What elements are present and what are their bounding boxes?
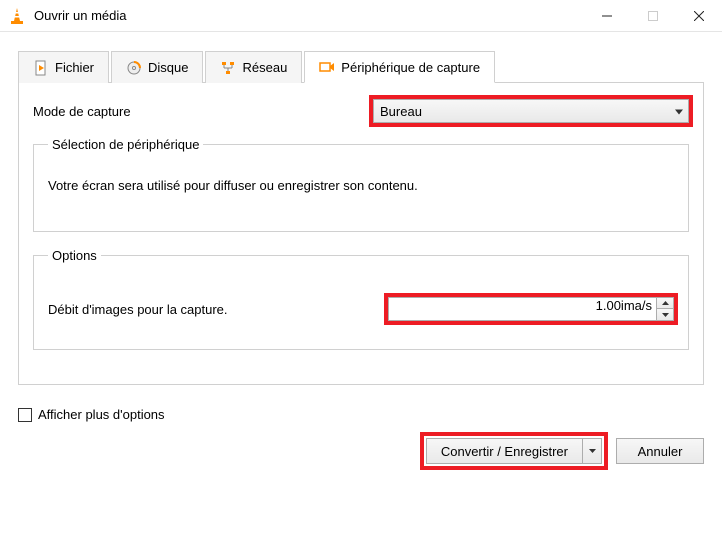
tab-network[interactable]: Réseau — [205, 51, 302, 83]
fps-row: Débit d'images pour la capture. 1.00ima/… — [48, 297, 674, 321]
dialog-footer: Afficher plus d'options Convertir / Enre… — [0, 397, 722, 466]
fps-step-up[interactable] — [657, 298, 673, 309]
capture-mode-select[interactable]: Bureau — [373, 99, 689, 123]
dialog-content: Fichier Disque Réseau Périphérique de ca… — [0, 32, 722, 397]
convert-save-button[interactable]: Convertir / Enregistrer — [426, 438, 582, 464]
tab-panel: Mode de capture Bureau Sélection de péri… — [18, 83, 704, 385]
tabs: Fichier Disque Réseau Périphérique de ca… — [18, 50, 704, 83]
vlc-icon — [8, 7, 26, 25]
window-title: Ouvrir un média — [34, 8, 584, 23]
options-group: Options Débit d'images pour la capture. … — [33, 248, 689, 350]
convert-save-split-button: Convertir / Enregistrer — [426, 438, 602, 464]
show-more-options-label: Afficher plus d'options — [38, 407, 165, 422]
options-legend: Options — [48, 248, 101, 263]
tab-label: Disque — [148, 60, 188, 75]
close-button[interactable] — [676, 0, 722, 32]
tab-file[interactable]: Fichier — [18, 51, 109, 83]
chevron-down-icon — [675, 104, 683, 119]
tab-disc[interactable]: Disque — [111, 51, 203, 83]
fps-value[interactable]: 1.00ima/s — [388, 297, 657, 321]
device-selection-legend: Sélection de périphérique — [48, 137, 203, 152]
tab-label: Périphérique de capture — [341, 60, 480, 75]
show-more-options-checkbox[interactable] — [18, 408, 32, 422]
maximize-button[interactable] — [630, 0, 676, 32]
capture-icon — [319, 59, 335, 75]
capture-mode-row: Mode de capture Bureau — [33, 99, 689, 123]
file-icon — [33, 60, 49, 76]
tab-label: Réseau — [242, 60, 287, 75]
cancel-button[interactable]: Annuler — [616, 438, 704, 464]
button-row: Convertir / Enregistrer Annuler — [18, 436, 704, 466]
network-icon — [220, 60, 236, 76]
fps-label: Débit d'images pour la capture. — [48, 302, 388, 317]
capture-mode-label: Mode de capture — [33, 104, 373, 119]
show-more-options-row[interactable]: Afficher plus d'options — [18, 407, 704, 422]
convert-highlight: Convertir / Enregistrer — [424, 436, 604, 466]
tab-label: Fichier — [55, 60, 94, 75]
fps-spinner-buttons — [657, 297, 674, 321]
titlebar: Ouvrir un média — [0, 0, 722, 32]
minimize-button[interactable] — [584, 0, 630, 32]
capture-mode-value: Bureau — [380, 104, 422, 119]
convert-save-dropdown[interactable] — [582, 438, 602, 464]
device-selection-text: Votre écran sera utilisé pour diffuser o… — [48, 172, 674, 207]
tab-capture-device[interactable]: Périphérique de capture — [304, 51, 495, 83]
device-selection-group: Sélection de périphérique Votre écran se… — [33, 137, 689, 232]
fps-step-down[interactable] — [657, 309, 673, 320]
disc-icon — [126, 60, 142, 76]
fps-spinner[interactable]: 1.00ima/s — [388, 297, 674, 321]
capture-mode-highlight: Bureau — [373, 99, 689, 123]
fps-highlight: 1.00ima/s — [388, 297, 674, 321]
